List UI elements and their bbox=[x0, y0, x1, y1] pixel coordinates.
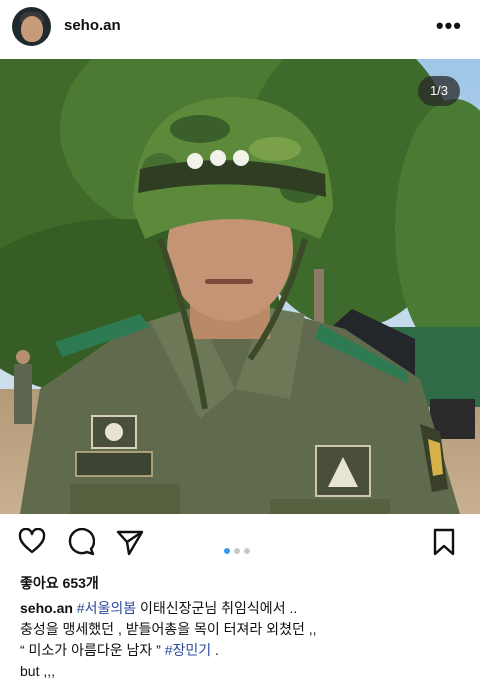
hashtag-link[interactable]: #서울의봄 bbox=[77, 600, 136, 616]
heart-icon[interactable] bbox=[18, 527, 46, 559]
post-caption: seho.an #서울의봄 이태신장군님 취임식에서 .. 충성을 맹세했던 ,… bbox=[20, 598, 465, 682]
bookmark-icon[interactable] bbox=[432, 528, 456, 561]
caption-username[interactable]: seho.an bbox=[20, 600, 73, 616]
avatar[interactable] bbox=[12, 7, 51, 46]
action-bar bbox=[0, 524, 480, 564]
caption-text: “ 미소가 아름다운 남자 ” bbox=[20, 642, 165, 658]
caption-line-3: “ 미소가 아름다운 남자 ” #장민기 . bbox=[20, 640, 465, 661]
caption-line-2: 충성을 맹세했던 , 받들어총을 목이 터져라 외쳤던 ,, bbox=[20, 621, 317, 637]
caption-line-1: seho.an #서울의봄 이태신장군님 취임식에서 .. bbox=[20, 598, 465, 619]
carousel-dot bbox=[244, 548, 250, 554]
photo-illustration bbox=[0, 59, 480, 514]
more-options-icon[interactable]: ••• bbox=[436, 13, 462, 39]
avatar-face bbox=[21, 16, 43, 42]
post-photo[interactable]: 1/3 bbox=[0, 59, 480, 514]
caption-text: 이태신장군님 취임식에서 .. bbox=[136, 600, 298, 616]
likes-count[interactable]: 좋아요 653개 bbox=[20, 573, 99, 593]
image-counter-badge: 1/3 bbox=[418, 76, 460, 106]
caption-text: . bbox=[211, 642, 219, 658]
post-header: seho.an ••• bbox=[0, 0, 480, 58]
carousel-dot bbox=[224, 548, 230, 554]
paper-plane-icon[interactable] bbox=[116, 528, 144, 561]
carousel-dots bbox=[224, 541, 254, 559]
username[interactable]: seho.an bbox=[64, 17, 121, 34]
hashtag-link[interactable]: #장민기 bbox=[165, 642, 211, 658]
caption-line-4: but ,,, bbox=[20, 663, 56, 679]
carousel-dot bbox=[234, 548, 240, 554]
comment-icon[interactable] bbox=[67, 527, 96, 561]
